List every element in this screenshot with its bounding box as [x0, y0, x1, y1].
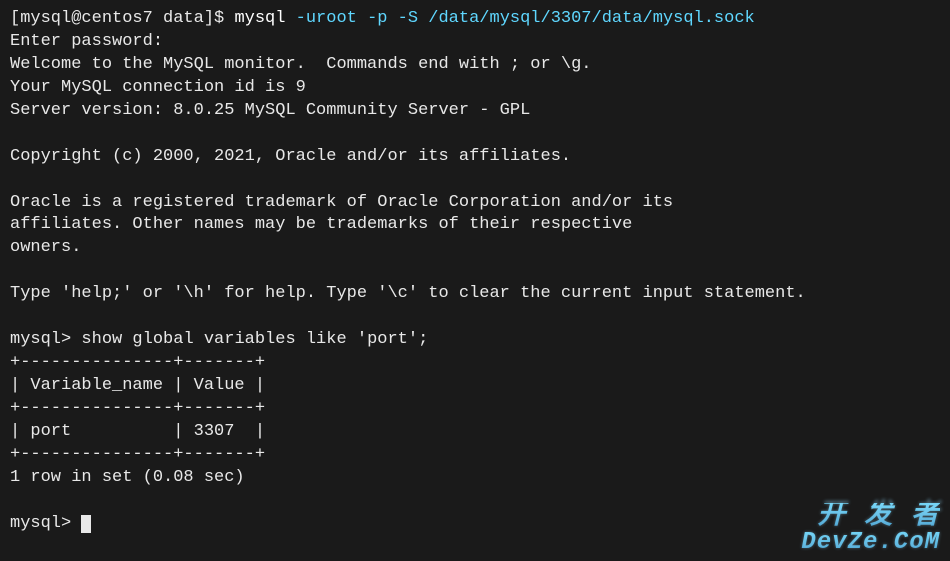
watermark-top: 开 发 者: [801, 503, 940, 531]
table-border: +---------------+-------+: [10, 445, 265, 464]
welcome-line: Welcome to the MySQL monitor. Commands e…: [10, 55, 592, 74]
watermark: 开 发 者 DevZe.CoM: [801, 503, 940, 555]
command-binary: mysql: [234, 9, 285, 28]
watermark-bottom: DevZe.CoM: [801, 531, 940, 555]
copyright-line: Copyright (c) 2000, 2021, Oracle and/or …: [10, 147, 571, 166]
terminal-output[interactable]: [mysql@centos7 data]$ mysql -uroot -p -S…: [10, 8, 940, 536]
server-version-line: Server version: 8.0.25 MySQL Community S…: [10, 101, 530, 120]
mysql-prompt: mysql>: [10, 330, 81, 349]
trademark-line-1: Oracle is a registered trademark of Orac…: [10, 193, 673, 212]
trademark-line-3: owners.: [10, 238, 81, 257]
connection-id-line: Your MySQL connection id is 9: [10, 78, 306, 97]
shell-prompt: [mysql@centos7 data]$: [10, 9, 234, 28]
table-border: +---------------+-------+: [10, 353, 265, 372]
trademark-line-2: affiliates. Other names may be trademark…: [10, 215, 632, 234]
cursor-icon[interactable]: [81, 515, 91, 533]
table-border: +---------------+-------+: [10, 399, 265, 418]
result-summary: 1 row in set (0.08 sec): [10, 468, 245, 487]
command-args: -uroot -p -S /data/mysql/3307/data/mysql…: [285, 9, 754, 28]
help-line: Type 'help;' or '\h' for help. Type '\c'…: [10, 284, 806, 303]
enter-password-line: Enter password:: [10, 32, 163, 51]
table-row: | port | 3307 |: [10, 422, 265, 441]
sql-query: show global variables like 'port';: [81, 330, 428, 349]
mysql-prompt: mysql>: [10, 514, 81, 533]
table-header: | Variable_name | Value |: [10, 376, 265, 395]
